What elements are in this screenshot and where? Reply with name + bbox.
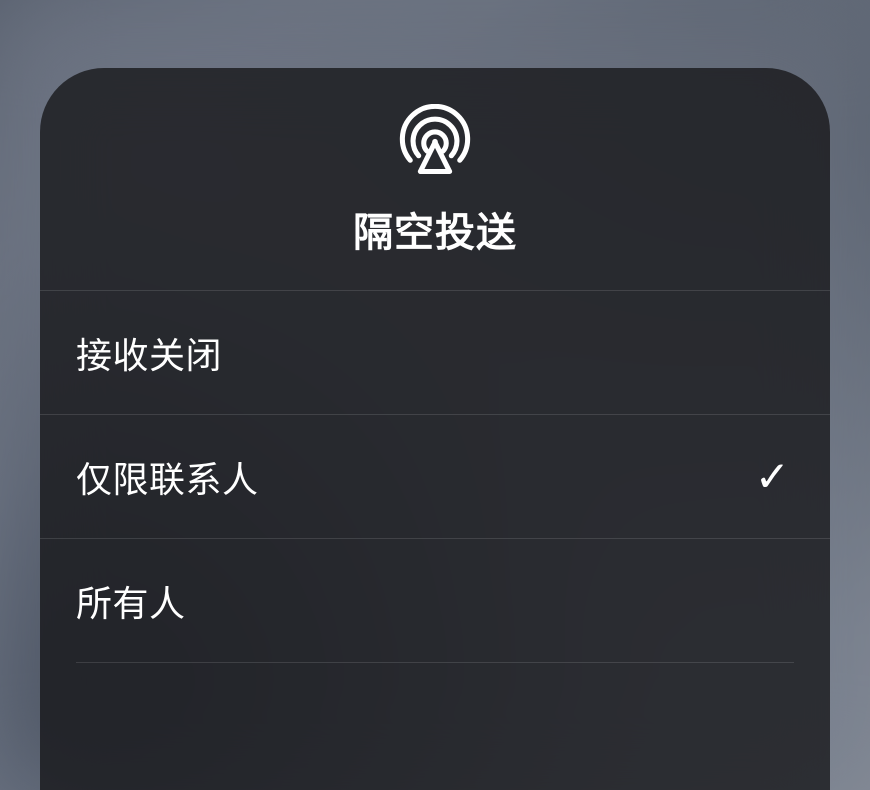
option-contacts-only[interactable]: 仅限联系人 ✓ [40, 414, 830, 538]
airdrop-options-list: 接收关闭 ✓ 仅限联系人 ✓ 所有人 ✓ [40, 290, 830, 663]
option-label: 接收关闭 [76, 327, 222, 379]
option-label: 仅限联系人 [76, 451, 259, 503]
divider [76, 662, 794, 663]
airdrop-settings-panel: 隔空投送 接收关闭 ✓ 仅限联系人 ✓ 所有人 ✓ [40, 68, 830, 790]
checkmark-icon: ✓ [755, 456, 790, 498]
option-receiving-off[interactable]: 接收关闭 ✓ [40, 290, 830, 414]
airdrop-icon [399, 104, 471, 176]
option-label: 所有人 [76, 575, 186, 627]
panel-header: 隔空投送 [40, 68, 830, 290]
panel-title: 隔空投送 [353, 200, 517, 258]
option-everyone[interactable]: 所有人 ✓ [40, 538, 830, 662]
